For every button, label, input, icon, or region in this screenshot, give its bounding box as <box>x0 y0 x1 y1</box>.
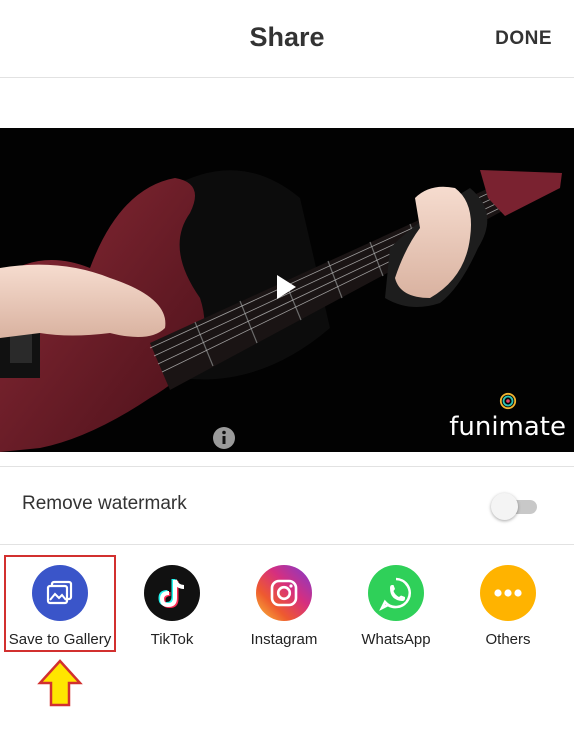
more-icon <box>480 565 536 621</box>
share-label: TikTok <box>150 631 194 648</box>
remove-watermark-label: Remove watermark <box>22 493 187 514</box>
share-instagram[interactable]: Instagram <box>228 556 340 656</box>
share-tiktok[interactable]: TikTok <box>116 556 228 656</box>
share-label: WhatsApp <box>361 631 431 648</box>
selection-highlight <box>4 555 116 652</box>
play-icon[interactable] <box>270 272 300 302</box>
share-screen: Share DONE funimate Remove watermark Sav… <box>0 0 574 736</box>
share-label: Others <box>485 631 531 648</box>
funimate-watermark: funimate <box>449 392 566 442</box>
share-whatsapp[interactable]: WhatsApp <box>340 556 452 656</box>
done-button[interactable]: DONE <box>495 28 552 50</box>
video-preview[interactable]: funimate <box>0 128 574 452</box>
header-bar: Share DONE <box>0 0 574 78</box>
info-icon[interactable] <box>212 426 236 450</box>
share-others[interactable]: Others <box>452 556 564 656</box>
pointer-arrow-icon <box>37 659 83 707</box>
instagram-icon <box>256 565 312 621</box>
remove-watermark-row: Remove watermark <box>0 466 574 545</box>
page-title: Share <box>249 22 325 52</box>
share-label: Instagram <box>250 631 318 648</box>
toggle-knob <box>491 493 518 520</box>
funimate-logo-icon <box>499 392 516 410</box>
funimate-wordmark: funimate <box>449 412 566 442</box>
whatsapp-icon <box>368 565 424 621</box>
remove-watermark-toggle[interactable] <box>491 493 537 520</box>
tiktok-icon <box>144 565 200 621</box>
